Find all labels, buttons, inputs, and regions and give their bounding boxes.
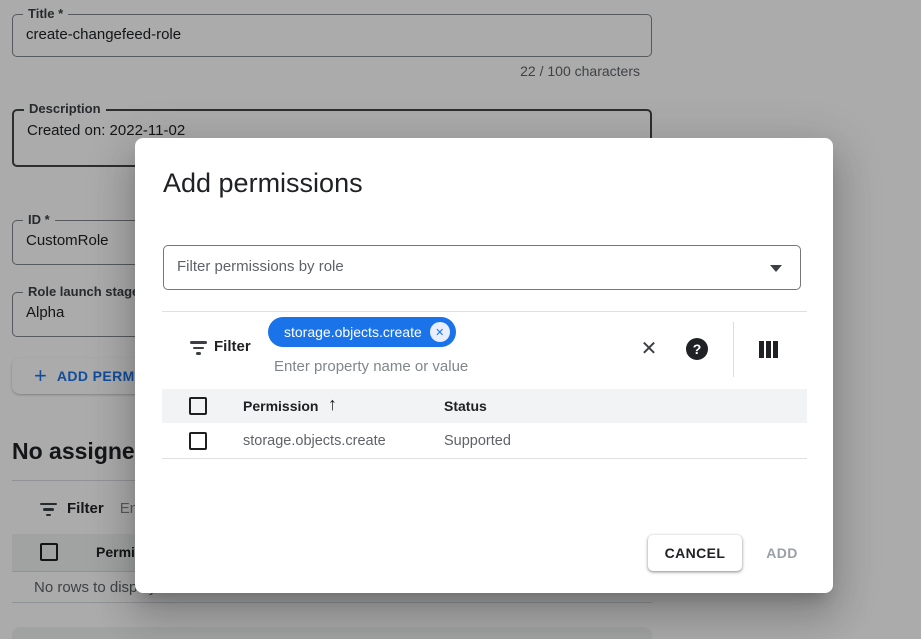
dialog-title: Add permissions (163, 168, 363, 199)
row-status: Supported (444, 433, 511, 449)
sort-ascending-icon[interactable]: ↑ (328, 394, 337, 415)
divider (162, 311, 807, 312)
clear-filters-icon[interactable]: ✕ (635, 336, 663, 362)
cancel-button[interactable]: CANCEL (648, 535, 742, 571)
create-role-page: Title * create-changefeed-role 22 / 100 … (0, 0, 921, 639)
status-column-header: Status (444, 398, 487, 414)
select-all-checkbox[interactable] (189, 397, 207, 415)
divider (733, 322, 734, 377)
chevron-down-icon (770, 265, 782, 272)
help-icon[interactable]: ? (686, 338, 708, 360)
modal-filter-label: Filter (214, 338, 251, 355)
add-permissions-dialog: Add permissions Filter permissions by ro… (135, 138, 833, 593)
filter-chip-storage-objects-create[interactable]: storage.objects.create ✕ (268, 317, 456, 347)
filter-chip-label: storage.objects.create (284, 324, 422, 340)
permission-column-header[interactable]: Permission (243, 398, 318, 414)
table-row[interactable]: storage.objects.create Supported (162, 423, 807, 459)
add-button[interactable]: ADD (755, 535, 809, 571)
role-select-value: Filter permissions by role (177, 258, 344, 275)
modal-filter-input[interactable]: Enter property name or value (274, 358, 468, 375)
filter-icon (190, 341, 207, 355)
filter-permissions-by-role-select[interactable]: Filter permissions by role (163, 245, 801, 290)
row-checkbox[interactable] (189, 432, 207, 450)
row-permission: storage.objects.create (243, 433, 386, 449)
chip-remove-icon[interactable]: ✕ (430, 322, 450, 342)
column-display-options-icon[interactable] (759, 341, 780, 358)
modal-table-header: Permission ↑ Status (162, 389, 807, 423)
